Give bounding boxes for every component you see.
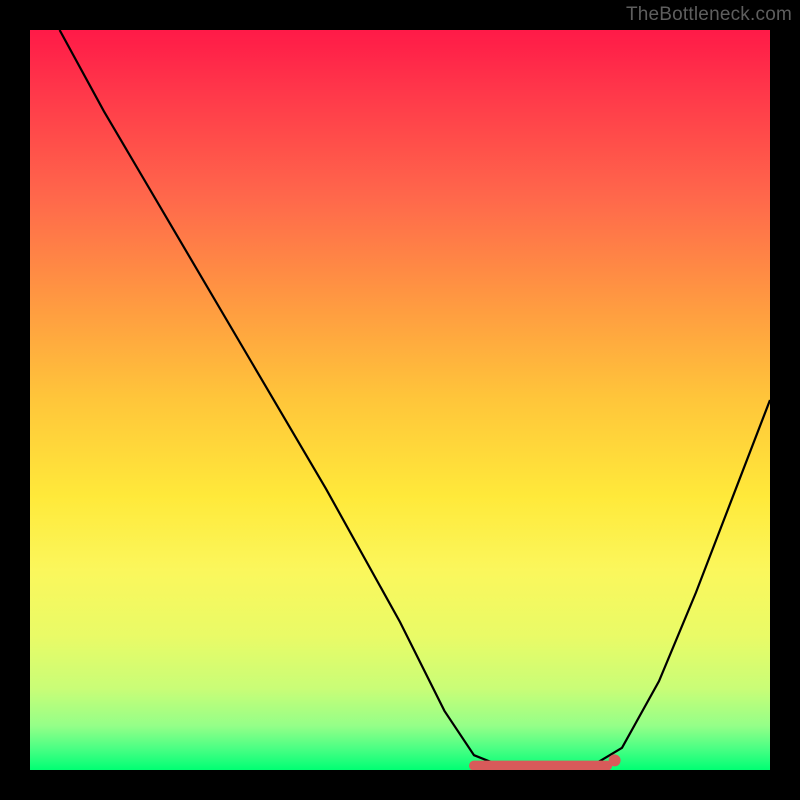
watermark-text: TheBottleneck.com bbox=[626, 4, 792, 26]
plot-area bbox=[30, 30, 770, 770]
marker-dot bbox=[609, 754, 621, 766]
bottleneck-curve bbox=[60, 30, 770, 770]
chart-container: TheBottleneck.com bbox=[0, 0, 800, 800]
curve-svg bbox=[30, 30, 770, 770]
